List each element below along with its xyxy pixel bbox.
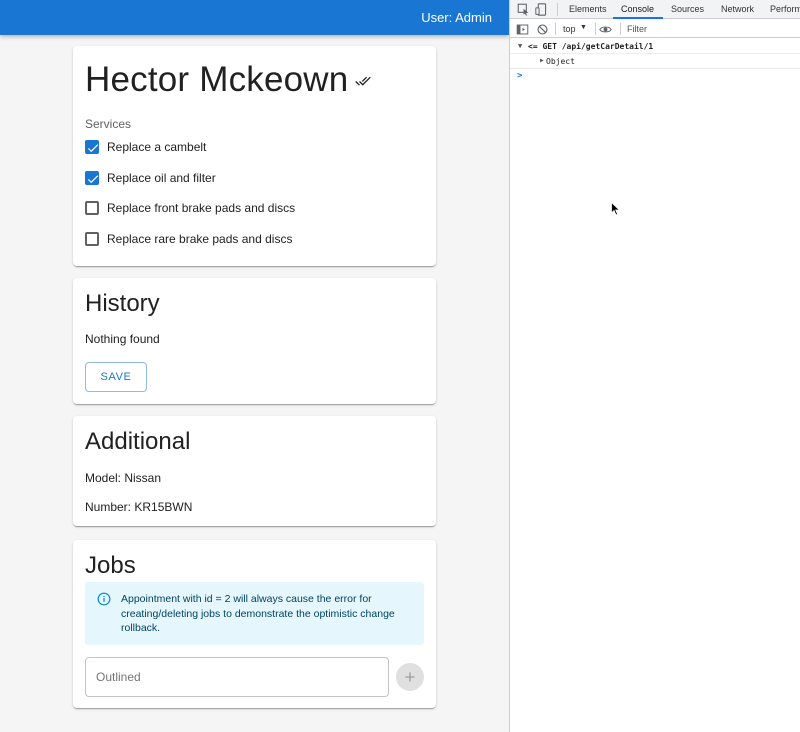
car-model: Model: Nissan <box>85 471 162 485</box>
context-select[interactable]: top <box>563 24 576 34</box>
log-entry[interactable]: ▼ <= GET /api/getCarDetail/1 <box>510 39 800 54</box>
customer-name: Hector Mckeown <box>85 60 349 99</box>
toolbar-divider <box>595 23 596 35</box>
alert-text: Appointment with id = 2 will always caus… <box>121 593 395 634</box>
tab-console[interactable]: Console <box>621 4 654 14</box>
device-toolbar-icon[interactable] <box>535 3 548 16</box>
service-item-cambelt[interactable]: Replace a cambelt <box>85 136 206 158</box>
car-number: Number: KR15BWN <box>85 500 193 514</box>
additional-card: Additional Model: Nissan Number: KR15BWN <box>73 416 436 526</box>
checkbox-checked[interactable] <box>85 171 99 185</box>
info-icon <box>97 592 111 606</box>
job-input[interactable] <box>85 657 389 697</box>
done-all-icon <box>355 76 371 86</box>
expanded-triangle-icon[interactable]: ▼ <box>518 42 522 50</box>
toolbar-divider <box>555 23 556 35</box>
devtools-panel: Elements Console Sources Network Perform… <box>509 0 800 732</box>
chevron-down-icon: ▼ <box>580 24 587 31</box>
log-text: Object <box>546 57 575 66</box>
clear-console-icon[interactable] <box>536 23 549 36</box>
service-item-oil[interactable]: Replace oil and filter <box>85 167 216 189</box>
plus-icon <box>405 672 415 682</box>
jobs-card: Jobs Appointment with id = 2 will always… <box>73 540 436 708</box>
services-label: Services <box>85 117 132 131</box>
app-bar: User: Admin <box>0 0 509 35</box>
collapsed-triangle-icon[interactable]: ▶ <box>540 57 544 64</box>
console-toolbar: top ▼ <box>510 20 800 38</box>
add-job-button[interactable] <box>396 663 424 691</box>
tab-elements[interactable]: Elements <box>569 4 607 14</box>
tab-network[interactable]: Network <box>721 4 754 14</box>
service-item-rear-brakes[interactable]: Replace rare brake pads and discs <box>85 228 292 250</box>
service-label: Replace a cambelt <box>107 140 207 154</box>
inspect-element-icon[interactable] <box>517 3 530 16</box>
service-item-front-brakes[interactable]: Replace front brake pads and discs <box>85 197 295 219</box>
sidebar-toggle-icon[interactable] <box>516 23 529 36</box>
user-label: User: Admin <box>421 10 492 25</box>
checkbox-unchecked[interactable] <box>85 232 99 246</box>
checkbox-unchecked[interactable] <box>85 201 99 215</box>
additional-title: Additional <box>85 428 191 455</box>
tab-performance[interactable]: Perform <box>770 4 800 14</box>
active-tab-indicator <box>613 17 663 19</box>
tab-divider <box>557 3 558 16</box>
tab-sources[interactable]: Sources <box>671 4 704 14</box>
history-title: History <box>85 290 160 317</box>
console-prompt[interactable]: > <box>517 71 522 81</box>
service-label: Replace front brake pads and discs <box>107 201 296 215</box>
checkbox-checked[interactable] <box>85 140 99 154</box>
console-output: ▼ <= GET /api/getCarDetail/1 ▶ Object > <box>510 39 800 732</box>
devtools-tab-bar: Elements Console Sources Network Perform <box>510 0 800 19</box>
info-alert: Appointment with id = 2 will always caus… <box>85 582 424 645</box>
customer-card: Hector Mckeown Services Replace a cambel… <box>73 46 436 266</box>
service-label: Replace oil and filter <box>107 171 216 185</box>
filter-input[interactable] <box>626 22 800 36</box>
history-card: History Nothing found SAVE <box>73 278 436 404</box>
toolbar-divider <box>620 23 621 35</box>
log-text: <= GET /api/getCarDetail/1 <box>528 42 654 51</box>
eye-icon[interactable] <box>599 23 612 36</box>
jobs-title: Jobs <box>85 552 136 579</box>
log-entry[interactable]: ▶ Object <box>510 54 800 69</box>
service-label: Replace rare brake pads and discs <box>107 232 293 246</box>
app-panel: User: Admin Hector Mckeown Services Repl… <box>0 0 509 732</box>
mouse-cursor-icon <box>611 202 621 216</box>
save-button[interactable]: SAVE <box>85 362 147 392</box>
history-empty-text: Nothing found <box>85 332 160 346</box>
